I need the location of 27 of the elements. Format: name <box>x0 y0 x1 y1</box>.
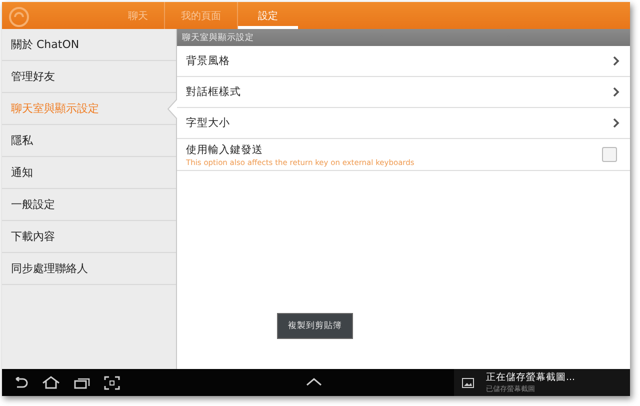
toast-message: 複製到剪貼簿 <box>277 313 353 339</box>
sidebar-item[interactable]: 下載內容 <box>2 221 176 253</box>
sidebar-item[interactable]: 同步處理聯絡人 <box>2 253 176 285</box>
checkbox[interactable] <box>602 147 617 162</box>
sidebar-item[interactable]: 關於 ChatON <box>2 29 176 61</box>
setting-label: 字型大小 <box>186 116 231 130</box>
chevron-right-icon <box>612 118 620 128</box>
chevron-right-icon <box>612 56 620 66</box>
setting-label: 背景風格 <box>186 54 231 68</box>
setting-label: 對話框樣式 <box>186 85 242 99</box>
setting-row[interactable]: 字型大小 <box>177 108 630 139</box>
setting-row[interactable]: 對話框樣式 <box>177 77 630 108</box>
home-icon[interactable] <box>42 376 60 389</box>
setting-label: 使用輸入鍵發送 <box>186 142 264 156</box>
sidebar-item[interactable]: 通知 <box>2 157 176 189</box>
section-header: 聊天室與顯示設定 <box>177 29 630 46</box>
sidebar-item[interactable]: 管理好友 <box>2 61 176 93</box>
image-icon <box>462 378 474 388</box>
chevron-right-icon <box>612 87 620 97</box>
notification-title: 正在儲存螢幕截圖... <box>486 371 576 384</box>
sidebar-item[interactable]: 一般設定 <box>2 189 176 221</box>
setting-row[interactable]: 背景風格 <box>177 46 630 77</box>
recent-apps-icon[interactable] <box>74 376 90 388</box>
screenshot-icon[interactable] <box>104 376 120 390</box>
chat-logo-icon <box>8 6 30 28</box>
chevron-up-icon[interactable] <box>306 378 322 386</box>
sidebar-item[interactable]: 隱私 <box>2 125 176 157</box>
